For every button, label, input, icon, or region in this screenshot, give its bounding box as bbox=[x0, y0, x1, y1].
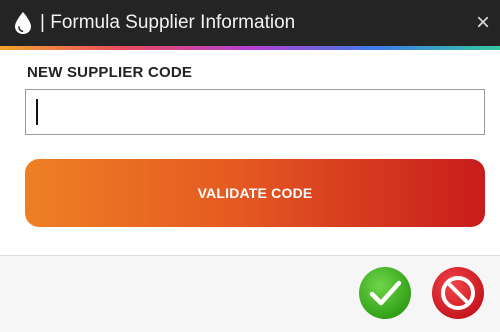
dialog-footer bbox=[0, 256, 500, 332]
supplier-code-label: NEW SUPPLIER CODE bbox=[27, 64, 193, 81]
title-bar: | Formula Supplier Information × bbox=[0, 0, 500, 46]
validate-code-button[interactable]: VALIDATE CODE bbox=[25, 159, 485, 227]
close-button[interactable]: × bbox=[470, 8, 496, 38]
title-accent-bar bbox=[0, 46, 500, 50]
window-title: | Formula Supplier Information bbox=[40, 12, 296, 33]
text-cursor bbox=[36, 99, 38, 125]
supplier-code-input[interactable] bbox=[25, 89, 485, 135]
cancel-button[interactable] bbox=[431, 266, 485, 320]
validate-code-label: VALIDATE CODE bbox=[197, 185, 313, 201]
confirm-button[interactable] bbox=[358, 266, 412, 320]
checkmark-icon bbox=[359, 267, 411, 319]
water-drop-icon bbox=[12, 11, 34, 35]
prohibited-icon bbox=[432, 267, 484, 319]
supplier-dialog: | Formula Supplier Information × NEW SUP… bbox=[0, 0, 500, 332]
